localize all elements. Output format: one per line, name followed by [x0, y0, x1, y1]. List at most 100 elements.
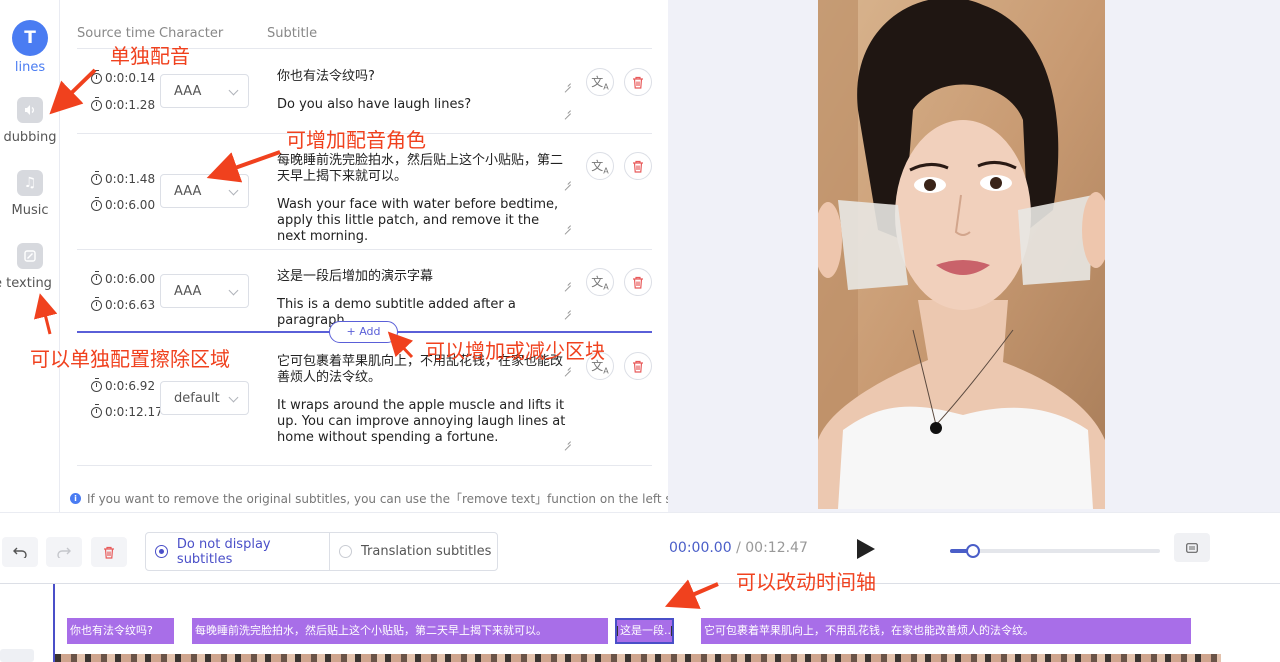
end-time-value: 0:0:6.00: [105, 198, 156, 212]
resize-handle-icon[interactable]: [563, 221, 571, 229]
resize-handle-icon[interactable]: [563, 177, 571, 185]
delete-row-button[interactable]: [624, 152, 652, 180]
end-time[interactable]: 0:0:6.00: [91, 196, 156, 212]
end-time[interactable]: 0:0:6.63: [91, 296, 155, 312]
left-sidebar: T lines dubbing ♫ Music e texting: [0, 0, 60, 512]
music-icon: ♫: [17, 170, 43, 196]
subtitle-original-text[interactable]: 每晚睡前洗完脸拍水，然后贴上这个小贴贴，第二天早上揭下来就可以。: [277, 153, 572, 185]
resize-handle-icon[interactable]: [563, 363, 571, 371]
progress-knob[interactable]: [966, 544, 981, 558]
subtitle-row: 0:0:6.00 0:0:6.63 AAA 这是一段后增加的演示字幕 This …: [77, 250, 652, 330]
start-time[interactable]: 0:0:6.00: [91, 270, 156, 286]
delete-button[interactable]: [91, 537, 127, 567]
delete-row-button[interactable]: [624, 352, 652, 380]
character-select[interactable]: AAA: [160, 274, 249, 308]
hint-text: If you want to remove the original subti…: [87, 492, 690, 506]
radio-selected-icon: [155, 545, 168, 558]
timecode: 00:00.00 / 00:12.47: [669, 540, 808, 556]
timer-icon: [91, 403, 102, 418]
annotation-timeline: 可以改动时间轴: [736, 570, 876, 594]
resize-handle-icon[interactable]: [563, 79, 571, 87]
timeline-segment[interactable]: 每晚睡前洗完脸拍水，然后贴上这个小贴贴，第二天早上揭下来就可以。: [192, 618, 608, 644]
trash-icon: [633, 276, 643, 289]
timer-icon: [91, 96, 102, 111]
info-icon: i: [70, 493, 81, 504]
subtitle-translation-text[interactable]: Do you also have laugh lines?: [277, 97, 572, 113]
dubbing-icon: [17, 97, 43, 123]
character-select-value: default: [174, 390, 220, 406]
annotation-add-block: 可以增加或减少区块: [425, 339, 605, 363]
subtitle-original-text[interactable]: 你也有法令纹吗?: [277, 69, 572, 85]
header-character: Character: [159, 26, 224, 41]
timeline-playhead[interactable]: [53, 584, 55, 662]
start-time-value: 0:0:0.14: [105, 71, 156, 85]
progress-slider[interactable]: [950, 544, 1160, 558]
delete-row-button[interactable]: [624, 68, 652, 96]
delete-row-button[interactable]: [624, 268, 652, 296]
redo-button[interactable]: [46, 537, 82, 567]
redo-icon: [57, 547, 71, 558]
translate-icon: 文A: [591, 74, 609, 92]
start-time[interactable]: 0:0:6.92: [91, 377, 155, 393]
undo-button[interactable]: [2, 537, 38, 567]
subtitle-editor: Source time Character Subtitle 0:0:0.14 …: [60, 0, 690, 512]
annotation-add-role: 可增加配音角色: [286, 128, 426, 152]
screen-icon: [1186, 542, 1198, 553]
timer-icon: [91, 377, 102, 392]
subtitle-translation-text[interactable]: Wash your face with water before bedtime…: [277, 197, 572, 245]
character-select[interactable]: AAA: [160, 74, 249, 108]
character-select[interactable]: default: [160, 381, 249, 415]
sidebar-item-lines[interactable]: T lines: [0, 20, 60, 75]
start-time[interactable]: 0:0:1.48: [91, 170, 156, 186]
resize-handle-icon[interactable]: [563, 106, 571, 114]
resize-handle-icon[interactable]: [563, 306, 571, 314]
total-time: 00:12.47: [745, 540, 808, 556]
character-select-value: AAA: [174, 83, 202, 99]
translate-button[interactable]: 文A: [586, 268, 614, 296]
play-button[interactable]: [856, 538, 876, 560]
chevron-down-icon: [228, 185, 239, 196]
timeline-segment[interactable]: 它可包裹着苹果肌向上，不用乱花钱，在家也能改善烦人的法令纹。: [701, 618, 1191, 644]
header-subtitle: Subtitle: [267, 26, 318, 41]
chevron-down-icon: [228, 285, 239, 296]
remove-subtitles-hint: i If you want to remove the original sub…: [70, 490, 690, 507]
translate-button[interactable]: 文A: [586, 152, 614, 180]
timeline-segment-selected[interactable]: 这是一段...: [615, 618, 674, 644]
end-time[interactable]: 0:0:1.28: [91, 96, 155, 112]
translate-button[interactable]: 文A: [586, 68, 614, 96]
sidebar-item-dubbing[interactable]: dubbing: [0, 97, 60, 145]
start-time-value: 0:0:1.48: [105, 172, 156, 186]
timer-icon: [91, 270, 102, 285]
screen-mode-button[interactable]: [1174, 533, 1210, 562]
subtitle-translation-text[interactable]: It wraps around the apple muscle and lif…: [277, 398, 572, 446]
annotation-erase-region: 可以单独配置擦除区域: [30, 347, 230, 371]
resize-handle-icon[interactable]: [563, 278, 571, 286]
trash-icon: [633, 76, 643, 89]
character-select[interactable]: AAA: [160, 174, 249, 208]
timeline-zoom-control[interactable]: [0, 649, 34, 662]
header-source-time: Source time: [77, 26, 156, 41]
resize-handle-icon[interactable]: [563, 437, 571, 445]
trash-icon: [633, 160, 643, 173]
option-label: Translation subtitles: [361, 544, 492, 559]
text-icon: T: [12, 20, 48, 56]
option-translation-subtitles[interactable]: Translation subtitles: [330, 533, 497, 570]
option-no-subtitles[interactable]: Do not display subtitles: [146, 533, 330, 570]
subtitle-original-text[interactable]: 这是一段后增加的演示字幕: [277, 269, 572, 285]
character-select-value: AAA: [174, 183, 202, 199]
sidebar-item-remove-text[interactable]: e texting: [0, 243, 60, 291]
start-time[interactable]: 0:0:0.14: [91, 69, 156, 85]
trash-icon: [633, 360, 643, 373]
subtitle-display-options: Do not display subtitles Translation sub…: [145, 532, 498, 571]
chevron-down-icon: [228, 392, 239, 403]
sidebar-item-music[interactable]: ♫ Music: [0, 170, 60, 218]
trash-icon: [104, 546, 114, 559]
subtitle-translation-text[interactable]: This is a demo subtitle added after a pa…: [277, 297, 572, 329]
timeline-segment[interactable]: 你也有法令纹吗?: [67, 618, 174, 644]
video-frame[interactable]: [818, 0, 1105, 509]
start-time-value: 0:0:6.00: [105, 272, 156, 286]
video-frame-image: [818, 0, 1105, 509]
video-filmstrip[interactable]: [55, 654, 1221, 662]
video-preview-area: [668, 0, 1280, 512]
end-time[interactable]: 0:0:12.17: [91, 403, 163, 419]
